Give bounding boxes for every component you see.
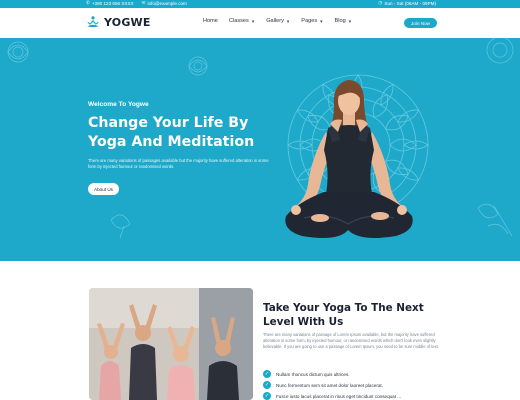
check-label: Fusce iusto lacus placerat in risus eget… [276, 393, 402, 399]
brand-logo[interactable]: YOGWE [86, 15, 151, 29]
hero-title: Change Your Life By Yoga And Meditation [88, 114, 298, 152]
about-title-line: Take Your Yoga To The Next [263, 302, 424, 314]
about-us-button[interactable]: About Us [88, 183, 119, 195]
nav-item-classes[interactable]: Classes ▼ [229, 18, 255, 24]
main-navbar: YOGWE Home Classes ▼ Gallery ▼ Pages ▼ Blog… [0, 8, 520, 38]
nav-item-label: Classes [228, 18, 249, 24]
lotus-logo-icon [87, 16, 99, 28]
phone-icon: ✆ [86, 0, 90, 6]
nav-item-label: Pages [301, 18, 318, 24]
top-info-bar: ✆ +380 123 656 XXXX ✉ info@example.com ◷… [0, 0, 520, 8]
hero-section: Welcome To Yogwe Change Your Life By Yog… [0, 38, 520, 261]
nav-item-home[interactable]: Home [203, 18, 218, 24]
check-label: Nunc fermentum sem sit amet dolor laoree… [276, 382, 383, 388]
clock-icon: ◷ [378, 0, 383, 6]
topbar-hours: Sun - Sat (06AM - 09PM) [384, 1, 436, 6]
hero-eyebrow: Welcome To Yogwe [88, 101, 149, 108]
chevron-down-icon: ▼ [285, 18, 291, 24]
mail-icon: ✉ [141, 0, 146, 6]
nav-menu: Home Classes ▼ Gallery ▼ Pages ▼ Blog ▼ [203, 18, 352, 24]
hero-yoga-woman-image [285, 80, 413, 238]
nav-item-blog[interactable]: Blog ▼ [335, 18, 353, 24]
about-description: There are many variations of passage of … [263, 332, 439, 350]
chevron-down-icon: ▼ [250, 18, 256, 24]
hero-title-line: Change Your Life By [88, 115, 249, 131]
hero-title-line: Yoga And Meditation [88, 134, 255, 150]
join-now-button[interactable]: Join Now [404, 18, 437, 28]
brand-name: YOGWE [104, 15, 151, 29]
chevron-down-icon: ▼ [319, 18, 324, 24]
list-item: ✓ Nunc fermentum sem sit amet dolor laor… [263, 381, 401, 389]
check-label: Nullam rhoncus dictum quis ultrices. [276, 371, 350, 377]
nav-item-label: Blog [334, 18, 346, 24]
feature-checklist: ✓ Nullam rhoncus dictum quis ultrices. ✓… [263, 370, 401, 400]
check-icon: ✓ [263, 381, 271, 389]
list-item: ✓ Nullam rhoncus dictum quis ultrices. [263, 370, 401, 378]
nav-item-pages[interactable]: Pages ▼ [301, 18, 323, 24]
group-yoga-class-photo [89, 288, 253, 400]
about-title-line: Level With Us [263, 316, 344, 328]
topbar-email[interactable]: info@example.com [147, 1, 186, 6]
nav-item-label: Gallery [266, 18, 284, 24]
chevron-down-icon: ▼ [347, 18, 353, 24]
list-item: ✓ Fusce iusto lacus placerat in risus eg… [263, 392, 401, 400]
about-section-title: Take Your Yoga To The Next Level With Us [263, 301, 453, 329]
hero-description: There are many variations of passages av… [88, 158, 269, 170]
nav-item-label: Home [203, 18, 218, 24]
check-icon: ✓ [263, 392, 271, 400]
check-icon: ✓ [263, 370, 271, 378]
group-yoga-image [89, 288, 253, 400]
nav-item-gallery[interactable]: Gallery ▼ [266, 18, 290, 24]
topbar-phone[interactable]: +380 123 656 XXXX [92, 1, 134, 6]
